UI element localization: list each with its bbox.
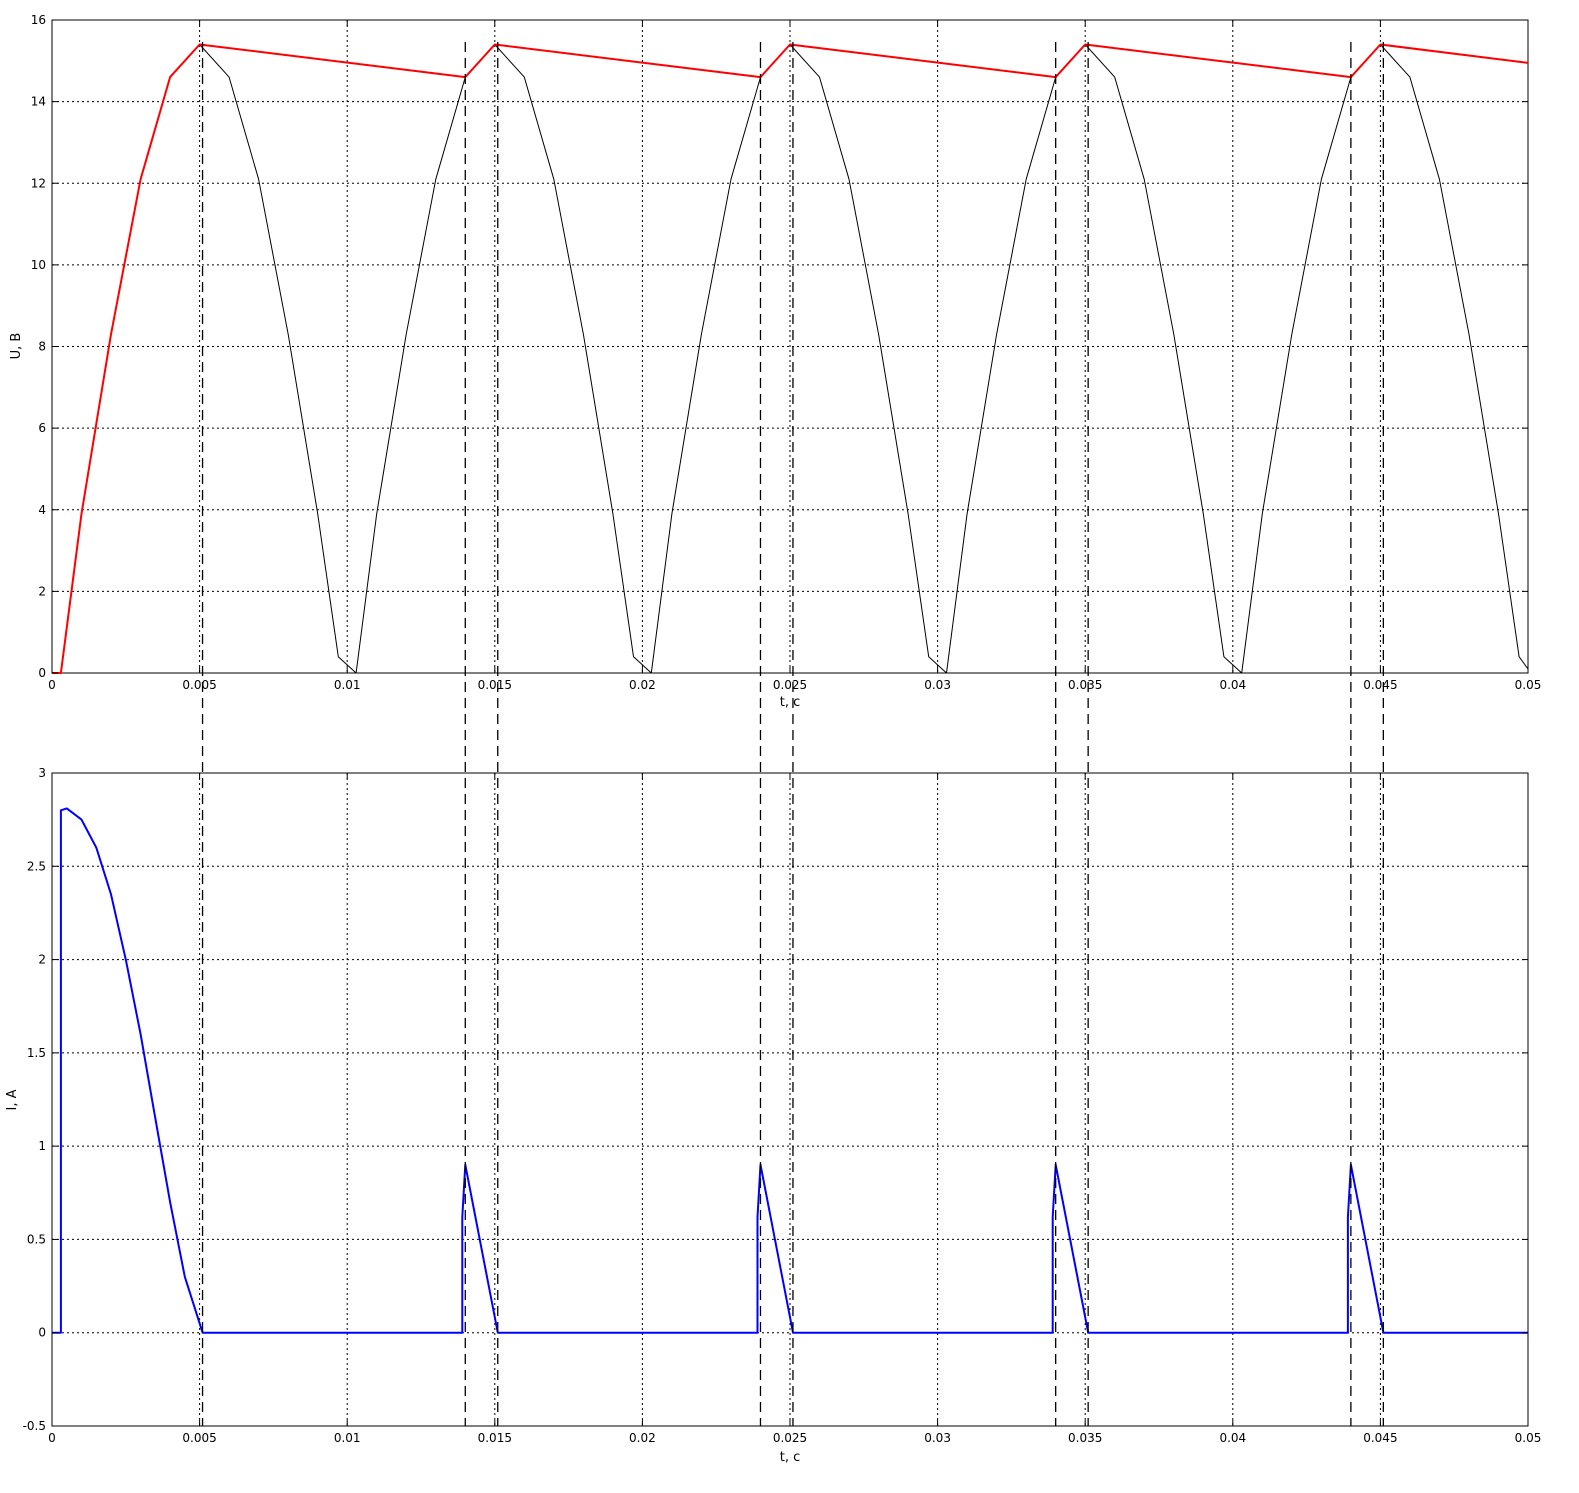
x-tick-label: 0.005	[182, 1431, 216, 1445]
y-tick-label: 2	[38, 953, 46, 967]
x-tick-label: 0.005	[182, 678, 216, 692]
y-tick-label: 14	[31, 95, 46, 109]
x-tick-label: 0.02	[629, 1431, 656, 1445]
x-tick-label: 0.01	[334, 678, 361, 692]
y-tick-label: 3	[38, 766, 46, 780]
y-tick-label: 1.5	[27, 1046, 46, 1060]
y-tick-label: 12	[31, 176, 46, 190]
x-tick-label: 0.015	[478, 678, 512, 692]
x-tick-label: 0.045	[1363, 1431, 1397, 1445]
current-plot: 0 0.005 0.01 0.015 0.02 0.025 0.03 0.035 0.04 0.0…	[5, 766, 1541, 1465]
x-tick-label: 0.04	[1219, 678, 1246, 692]
y-tick-label: 4	[38, 503, 46, 517]
x-tick-label: 0.03	[924, 1431, 951, 1445]
y-tick-label: 2	[38, 584, 46, 598]
x-tick-label: 0.045	[1363, 678, 1397, 692]
x-tick-label: 0	[48, 1431, 56, 1445]
y-tick-label: 10	[31, 258, 46, 272]
voltage-plot: 0 0.005 0.01 0.015 0.02 0.025 0.03 0.035 0.04 0.0…	[9, 13, 1541, 710]
x-tick-label: 0.04	[1219, 1431, 1246, 1445]
y-tick-label: 1	[38, 1139, 46, 1153]
x-tick-label: 0.05	[1515, 678, 1542, 692]
x-tick-label: 0.01	[334, 1431, 361, 1445]
x-tick-label: 0.025	[773, 1431, 807, 1445]
y-tick-label: 6	[38, 421, 46, 435]
voltage-y-axis-label: U, B	[9, 333, 24, 360]
current-x-axis-label: t, c	[780, 1450, 801, 1465]
y-tick-label: 0.5	[27, 1232, 46, 1246]
y-tick-label: 0	[38, 666, 46, 680]
x-tick-label: 0.015	[478, 1431, 512, 1445]
x-tick-label: 0.02	[629, 678, 656, 692]
x-tick-label: 0.035	[1068, 678, 1102, 692]
x-tick-label: 0.025	[773, 678, 807, 692]
y-tick-label: -0.5	[23, 1419, 46, 1433]
y-tick-label: 0	[38, 1326, 46, 1340]
y-tick-label: 8	[38, 340, 46, 354]
figure: 0 0.005 0.01 0.015 0.02 0.025 0.03 0.035 0.04 0.0…	[5, 13, 1541, 1465]
x-tick-label: 0.035	[1068, 1431, 1102, 1445]
y-tick-label: 2.5	[27, 859, 46, 873]
x-tick-label: 0	[48, 678, 56, 692]
x-tick-label: 0.03	[924, 678, 951, 692]
x-tick-label: 0.05	[1515, 1431, 1542, 1445]
voltage-x-axis-label: t, c	[780, 695, 801, 710]
current-y-axis-label: I, A	[5, 1089, 20, 1110]
y-tick-label: 16	[31, 13, 46, 27]
